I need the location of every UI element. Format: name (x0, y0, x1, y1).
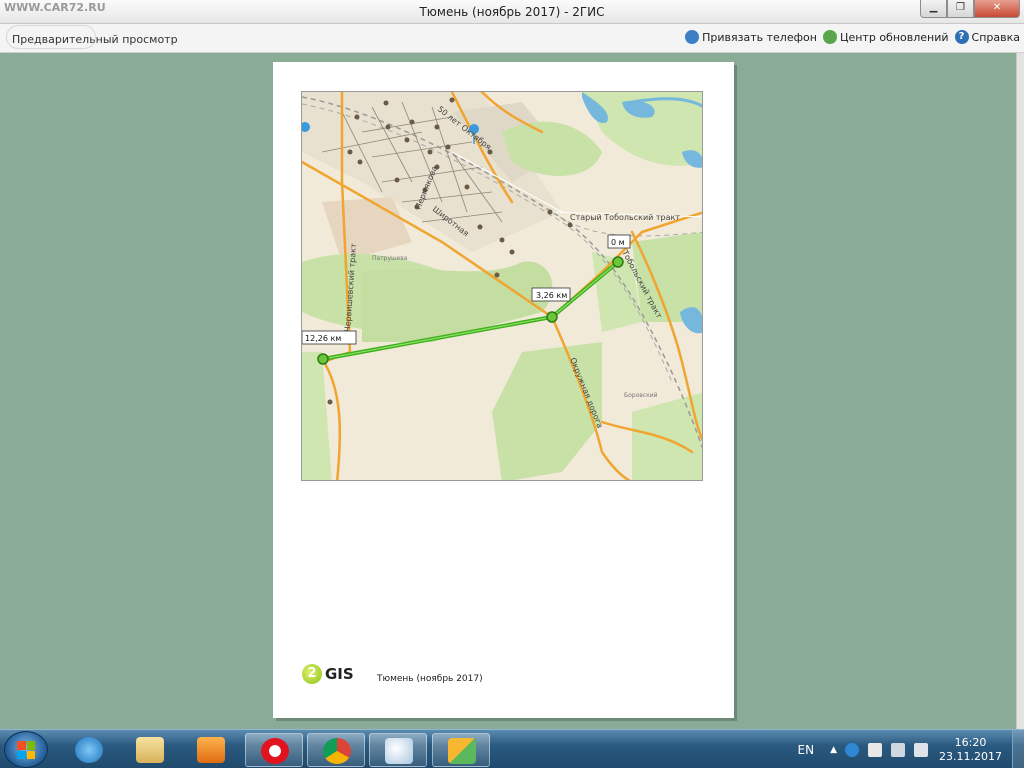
taskbar: EN ▲ 16:20 23.11.2017 (0, 729, 1024, 768)
clock-date: 23.11.2017 (939, 749, 1002, 763)
minimize-button[interactable]: ▁ (920, 0, 947, 18)
file-explorer-icon (136, 737, 164, 763)
phone-icon (685, 30, 700, 44)
2gis-button[interactable] (432, 733, 490, 767)
chrome-icon (323, 738, 351, 764)
start-button[interactable] (4, 731, 48, 768)
map-svg: 50 лет Октября Пермякова Широтная Старый… (302, 92, 702, 480)
internet-explorer-icon (75, 737, 103, 763)
show-hidden-icons-icon[interactable]: ▲ (830, 745, 837, 755)
opera-icon (261, 738, 289, 764)
update-center-label: Центр обновлений (839, 30, 949, 44)
toolbar-actions: Привязать телефон Центр обновлений ? Спр… (685, 30, 1020, 44)
minimize-icon: ▁ (929, 2, 938, 13)
ruler-label-1: 3,26 км (536, 291, 567, 300)
window-title-bar: WWW.CAR72.RU Тюмень (ноябрь 2017) - 2ГИС… (0, 0, 1024, 24)
bind-phone-button[interactable]: Привязать телефон (685, 30, 817, 44)
window-controls: ▁ ❐ ✕ (920, 0, 1020, 18)
maximize-button[interactable]: ❐ (947, 0, 974, 18)
system-tray: EN ▲ 16:20 23.11.2017 (798, 730, 1024, 768)
vertical-scrollbar[interactable] (1016, 53, 1024, 729)
window-title: Тюмень (ноябрь 2017) - 2ГИС (419, 5, 605, 19)
clock-time: 16:20 (954, 735, 987, 749)
action-center-flag-icon[interactable] (868, 742, 883, 757)
language-indicator[interactable]: EN (798, 743, 815, 757)
media-player-button[interactable] (182, 733, 240, 767)
refresh-icon (822, 30, 837, 44)
ruler-label-2: 12,26 км (305, 334, 341, 343)
2gis-logo-circle: 2 (302, 664, 322, 684)
help-label: Справка (971, 30, 1020, 44)
map-image[interactable]: 50 лет Октября Пермякова Широтная Старый… (301, 91, 703, 481)
volume-icon[interactable] (914, 742, 929, 757)
district-label-borovsky: Боровский (624, 392, 658, 399)
close-button[interactable]: ✕ (974, 0, 1020, 18)
help-icon: ? (954, 30, 969, 44)
2gis-logo: 2 GIS (302, 664, 354, 684)
paint-icon (385, 738, 413, 764)
ruler-label-0: 0 м (611, 238, 625, 247)
windows-logo-icon (17, 741, 35, 759)
network-icon[interactable] (891, 742, 906, 757)
paint-button[interactable] (369, 733, 427, 767)
file-explorer-button[interactable] (121, 733, 179, 767)
district-label-patrusheva: Патрушева (372, 255, 408, 262)
chrome-button[interactable] (307, 733, 365, 767)
clock[interactable]: 16:20 23.11.2017 (939, 736, 1002, 764)
preview-toolbar: Предварительный просмотр Привязать телеф… (0, 24, 1024, 53)
2gis-logo-text: GIS (325, 665, 354, 683)
show-desktop-button[interactable] (1012, 730, 1024, 768)
media-player-icon (197, 737, 225, 763)
skype-icon[interactable] (845, 742, 860, 757)
internet-explorer-button[interactable] (60, 733, 118, 767)
2gis-icon (448, 738, 476, 764)
update-center-button[interactable]: Центр обновлений (822, 30, 949, 44)
watermark-logo (6, 25, 96, 49)
bind-phone-label: Привязать телефон (702, 30, 817, 44)
close-icon: ✕ (992, 2, 1002, 13)
preview-label-wrap: Предварительный просмотр (6, 25, 178, 49)
street-label-old-tobolsk: Старый Тобольский тракт (570, 213, 680, 222)
page-caption: Тюмень (ноябрь 2017) (377, 674, 483, 684)
preview-page: 50 лет Октября Пермякова Широтная Старый… (273, 62, 734, 718)
help-button[interactable]: ? Справка (954, 30, 1020, 44)
maximize-icon: ❐ (956, 2, 965, 13)
opera-button[interactable] (245, 733, 303, 767)
